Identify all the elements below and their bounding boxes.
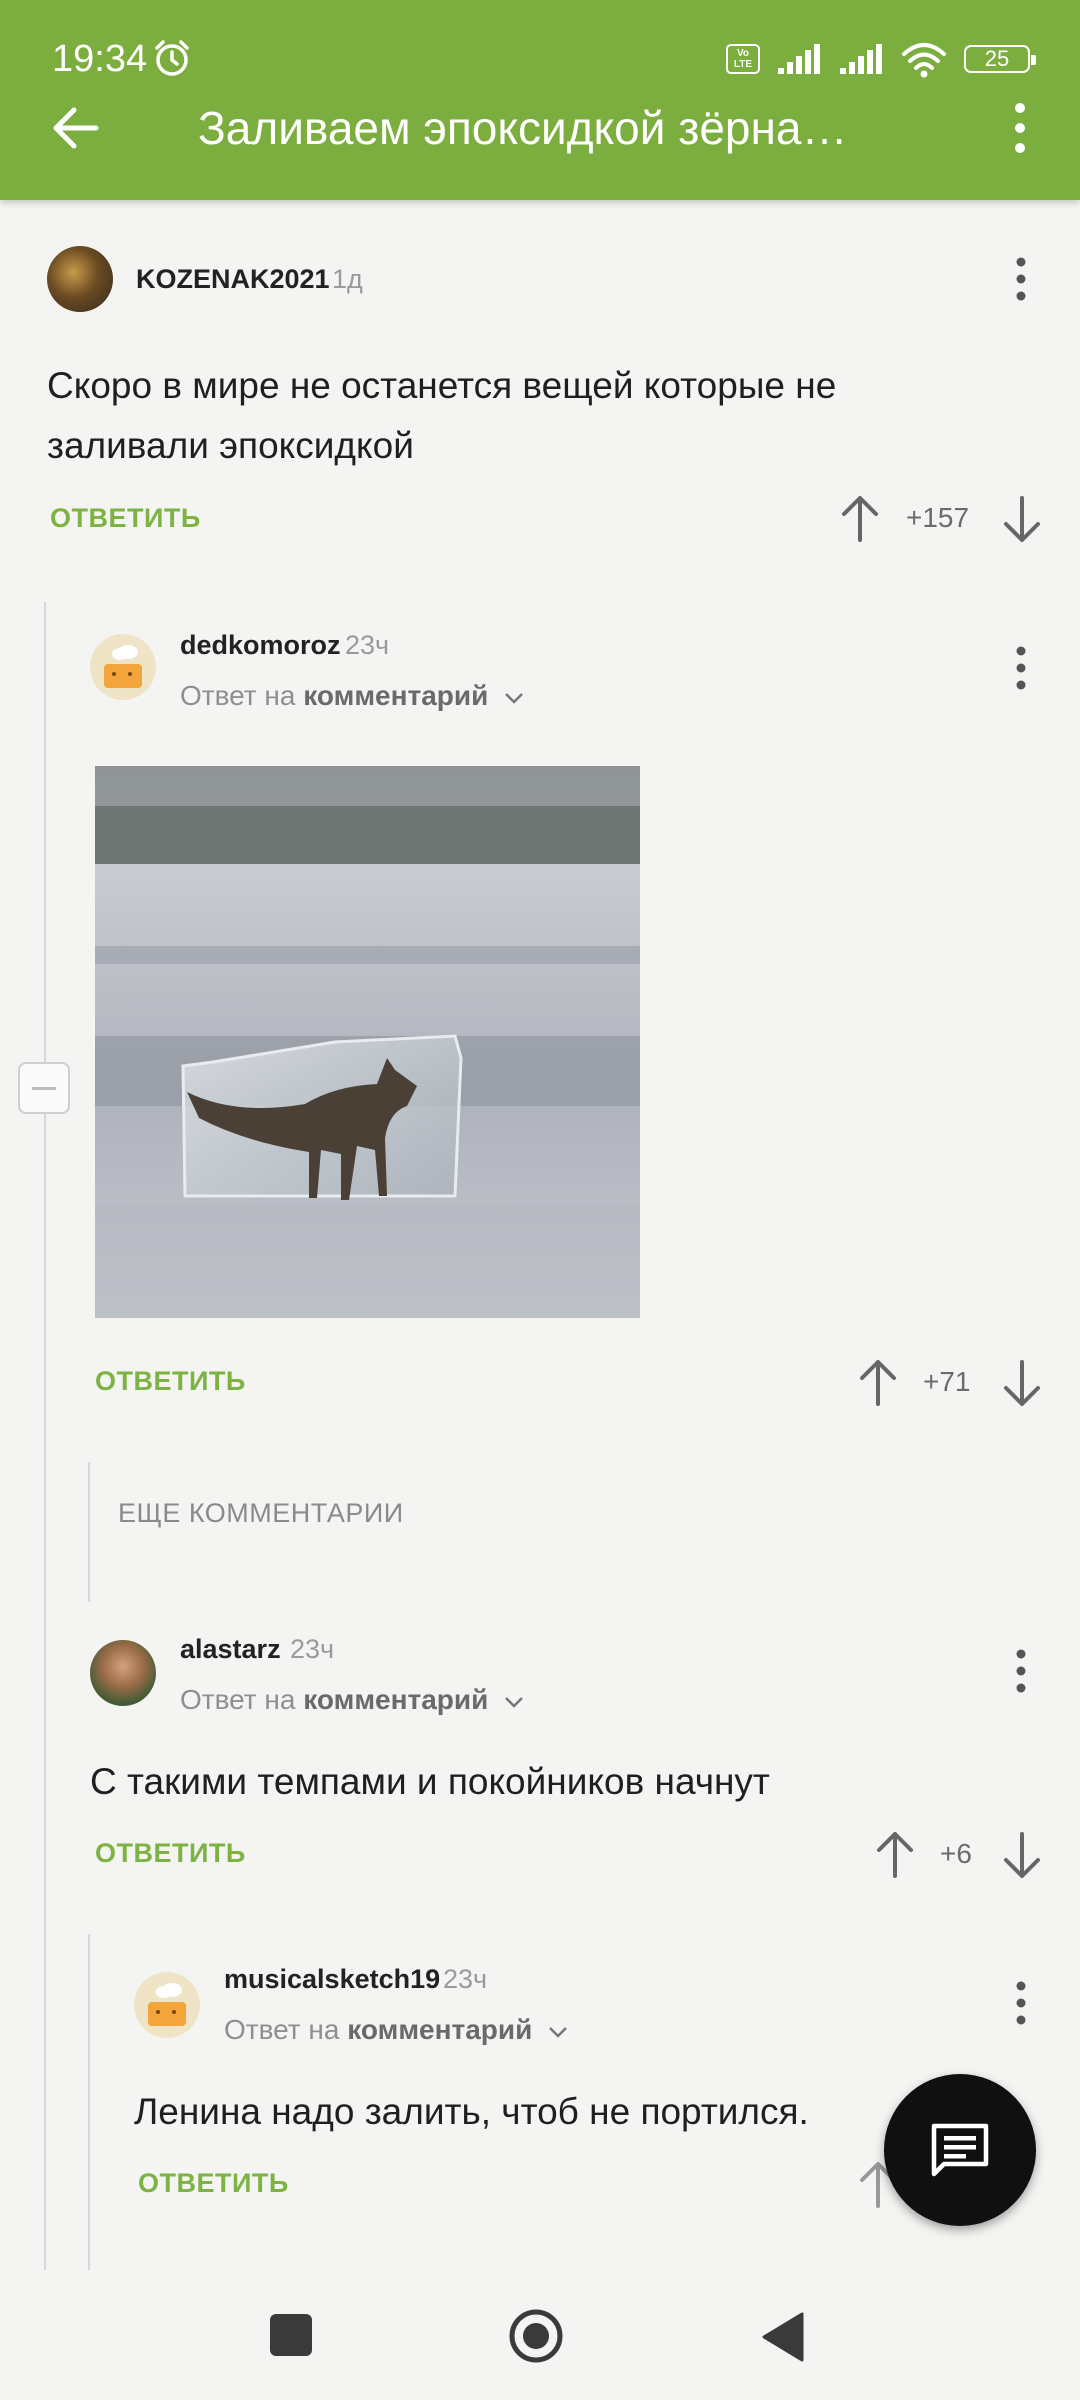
username[interactable]: dedkomoroz	[180, 630, 341, 661]
arrow-down-icon[interactable]	[1000, 494, 1044, 546]
reply-prefix: Ответ на	[224, 2014, 340, 2045]
score: +6	[940, 1838, 972, 1869]
circle-icon[interactable]	[508, 2308, 564, 2364]
avatar[interactable]	[134, 1972, 200, 2038]
username[interactable]: KOZENAK2021	[136, 264, 330, 295]
reply-prefix: Ответ на	[180, 680, 296, 711]
avatar[interactable]	[90, 1640, 156, 1706]
comment-time: 23ч	[345, 630, 390, 660]
comment-text: С такими темпами и покойников начнут	[90, 1761, 770, 1802]
reply-button[interactable]: ОТВЕТИТЬ	[50, 503, 201, 534]
fox-in-ice-image[interactable]	[95, 766, 640, 1318]
chevron-down-icon	[505, 1696, 524, 1708]
reply-button[interactable]: ОТВЕТИТЬ	[95, 1838, 246, 1869]
collapse-thread-button[interactable]	[18, 1062, 70, 1114]
comment-time: 23ч	[443, 1964, 488, 1994]
reply-button[interactable]: ОТВЕТИТЬ	[138, 2168, 289, 2199]
arrow-up-icon[interactable]	[873, 1828, 917, 1880]
reply-target: комментарий	[347, 2014, 533, 2045]
more-vertical-icon[interactable]	[1006, 1978, 1036, 2028]
comment-time: 1д	[332, 264, 363, 294]
signal-icon	[778, 44, 820, 74]
more-vertical-icon[interactable]	[1000, 98, 1040, 158]
username[interactable]: musicalsketch19	[224, 1964, 440, 1995]
comment-text: Скоро в мире не останется вещей которые …	[47, 365, 837, 466]
avatar[interactable]	[47, 246, 113, 312]
triangle-back-icon[interactable]	[758, 2310, 806, 2364]
reply-target: комментарий	[303, 680, 489, 711]
score: +157	[906, 502, 970, 533]
volte-badge: Vo LTE	[726, 44, 760, 74]
more-vertical-icon[interactable]	[1006, 254, 1036, 304]
reply-target: комментарий	[303, 1684, 489, 1715]
more-vertical-icon[interactable]	[1006, 643, 1036, 693]
add-comment-fab[interactable]	[884, 2074, 1036, 2226]
chevron-down-icon	[505, 692, 524, 704]
thread-line	[88, 1934, 90, 2270]
square-icon[interactable]	[270, 2314, 312, 2356]
arrow-up-icon[interactable]	[838, 492, 882, 544]
username[interactable]: alastarz	[180, 1634, 281, 1665]
comment-icon	[931, 2123, 989, 2177]
reply-prefix: Ответ на	[180, 1684, 296, 1715]
reply-button[interactable]: ОТВЕТИТЬ	[95, 1366, 246, 1397]
comment-text: Ленина надо залить, чтоб не портился.	[134, 2091, 809, 2132]
thread-line	[44, 602, 46, 2270]
comment-time: 23ч	[290, 1634, 335, 1664]
more-vertical-icon[interactable]	[1006, 1646, 1036, 1696]
alarm-icon	[155, 40, 189, 76]
status-time: 19:34	[52, 38, 148, 80]
arrow-up-icon[interactable]	[856, 1356, 900, 1408]
arrow-down-icon[interactable]	[1000, 1830, 1044, 1882]
signal-icon-2	[840, 44, 882, 74]
wifi-icon	[902, 43, 946, 78]
page-title: Заливаем эпоксидкой зёрна…	[198, 102, 848, 154]
reply-to-info[interactable]: Ответ на комментарий	[224, 2014, 568, 2046]
reply-to-info[interactable]: Ответ на комментарий	[180, 680, 524, 712]
chef-avatar-icon	[104, 645, 142, 688]
arrow-left-icon[interactable]	[44, 96, 108, 160]
thread-line	[88, 1462, 90, 1602]
chef-avatar-icon	[148, 1983, 186, 2026]
score: +71	[923, 1366, 971, 1397]
status-icons: Vo LTE 25	[726, 40, 1036, 78]
app-header: 19:34 Vo LTE 25 Заливаем эпоксидкой зёрн…	[0, 0, 1080, 200]
system-nav-bar	[0, 2270, 1080, 2400]
more-comments-link[interactable]: ЕЩЕ КОММЕНТАРИИ	[118, 1498, 404, 1529]
avatar[interactable]	[90, 634, 156, 700]
battery-indicator: 25	[964, 45, 1036, 73]
chevron-down-icon	[549, 2026, 568, 2038]
arrow-down-icon[interactable]	[1000, 1358, 1044, 1410]
reply-to-info[interactable]: Ответ на комментарий	[180, 1684, 524, 1716]
